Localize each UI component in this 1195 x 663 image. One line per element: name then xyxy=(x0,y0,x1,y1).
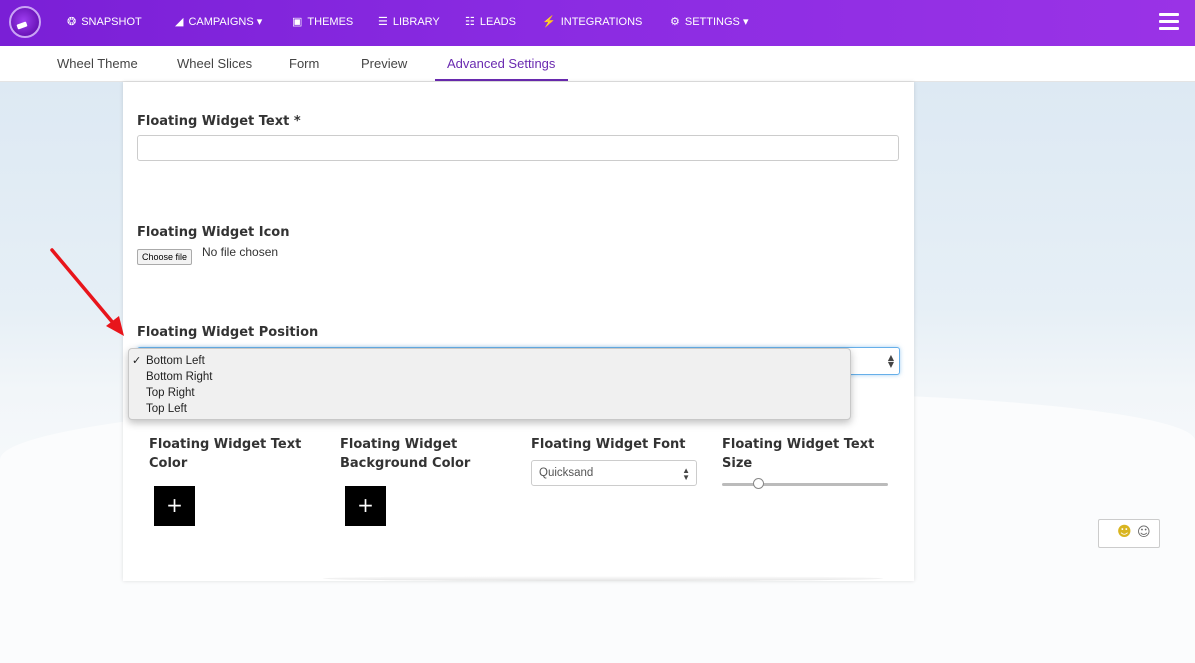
top-navbar: ❂ SNAPSHOT ◢ CAMPAIGNS ▾ ▣ THEMES ☰ LIBRARY … xyxy=(0,0,1195,46)
file-status-text: No file chosen xyxy=(202,245,279,259)
text-size-slider-track[interactable] xyxy=(722,483,888,486)
widget-text-label: Floating Widget Text * xyxy=(137,114,301,129)
widget-text-input[interactable] xyxy=(137,135,899,161)
tab-wheel-theme[interactable]: Wheel Theme xyxy=(57,46,138,82)
nav-integrations[interactable]: ⚡ INTEGRATIONS xyxy=(542,0,642,46)
active-tab-indicator xyxy=(435,79,568,81)
image-icon: ▣ xyxy=(292,16,303,28)
settings-tabs: Wheel Theme Wheel Slices Form Preview Ad… xyxy=(0,46,1195,82)
nav-campaigns[interactable]: ◢ CAMPAIGNS ▾ xyxy=(175,0,262,46)
emoji-add-icon: ☻ xyxy=(1117,524,1132,540)
nav-snapshot[interactable]: ❂ SNAPSHOT xyxy=(67,0,142,46)
tab-advanced-settings[interactable]: Advanced Settings xyxy=(447,46,555,82)
bg-color-picker-button[interactable]: + xyxy=(345,486,386,526)
gears-icon: ⚙ xyxy=(670,16,680,28)
font-label: Floating Widget Font xyxy=(531,437,686,452)
select-arrows-icon: ▲ ▼ xyxy=(887,353,894,369)
caret-down-icon: ▾ xyxy=(256,16,263,28)
panel-bottom-shadow xyxy=(323,576,883,581)
text-size-label: Floating Widget Text Size xyxy=(722,437,875,471)
option-bottom-left[interactable]: ✓ Bottom Left xyxy=(129,353,850,369)
advanced-settings-panel: Floating Widget Text * Floating Widget I… xyxy=(123,82,914,581)
plug-icon: ⚡ xyxy=(542,16,556,28)
paper-plane-icon: ◢ xyxy=(175,16,184,28)
nav-leads[interactable]: ☷ LEADS xyxy=(465,0,516,46)
text-size-slider-thumb[interactable] xyxy=(753,478,765,489)
widget-position-label: Floating Widget Position xyxy=(137,325,319,340)
hamburger-menu-icon[interactable] xyxy=(1159,13,1179,31)
list-icon: ☷ xyxy=(465,16,475,28)
caret-down-icon: ▾ xyxy=(742,16,749,28)
select-arrows-icon: ▲ ▼ xyxy=(682,466,690,482)
position-dropdown-list: ✓ Bottom Left Bottom Right Top Right Top… xyxy=(128,348,851,420)
checkmark-icon: ✓ xyxy=(132,355,142,367)
font-select[interactable]: Quicksand ▲ ▼ xyxy=(531,460,697,486)
text-color-picker-button[interactable]: + xyxy=(154,486,195,526)
dashboard-icon: ❂ xyxy=(67,16,77,28)
bg-color-label: Floating Widget Background Color xyxy=(340,437,471,471)
library-icon: ☰ xyxy=(378,16,388,28)
red-arrow-annotation xyxy=(50,248,124,336)
nav-library[interactable]: ☰ LIBRARY xyxy=(378,0,440,46)
option-top-right[interactable]: Top Right xyxy=(129,385,850,401)
text-color-label: Floating Widget Text Color xyxy=(149,437,302,471)
tab-preview[interactable]: Preview xyxy=(361,46,407,82)
nav-settings[interactable]: ⚙ SETTINGS ▾ xyxy=(670,0,748,46)
tab-form[interactable]: Form xyxy=(289,46,319,82)
smiley-icon: ☺ xyxy=(1137,525,1151,540)
widget-icon-label: Floating Widget Icon xyxy=(137,225,290,240)
choose-file-button[interactable]: Choose file xyxy=(137,249,193,265)
chat-widget[interactable]: ☻ ☺ xyxy=(1098,519,1160,548)
option-top-left[interactable]: Top Left xyxy=(129,401,850,417)
tab-wheel-slices[interactable]: Wheel Slices xyxy=(177,46,252,82)
nav-themes[interactable]: ▣ THEMES xyxy=(292,0,353,46)
app-logo[interactable] xyxy=(9,6,41,38)
option-bottom-right[interactable]: Bottom Right xyxy=(129,369,850,385)
